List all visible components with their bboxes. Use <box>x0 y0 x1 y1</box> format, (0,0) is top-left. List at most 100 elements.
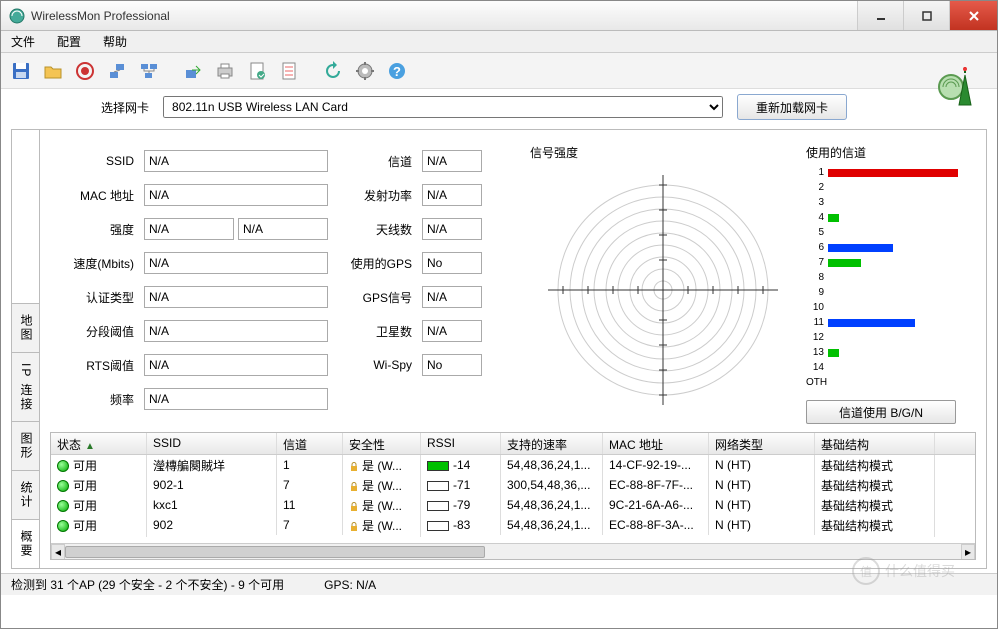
open-icon[interactable] <box>39 57 67 85</box>
target-icon[interactable] <box>71 57 99 85</box>
field-value <box>238 218 328 240</box>
col-mac[interactable]: MAC 地址 <box>603 433 709 454</box>
menu-help[interactable]: 帮助 <box>99 31 131 52</box>
channel-bar <box>828 259 861 267</box>
close-button[interactable] <box>949 1 997 30</box>
table-row[interactable]: 可用瀅槫艑闋賊垟1是 (W...-1454,48,36,24,1...14-CF… <box>51 455 975 475</box>
field-label: 发射功率 <box>332 187 418 204</box>
field-value <box>422 218 482 240</box>
rssi-bar-icon <box>427 461 449 471</box>
field-value <box>144 218 234 240</box>
channel-row: 5 <box>806 225 976 240</box>
info-fields: SSID信道MAC 地址发射功率强度天线数速度(Mbits)使用的GPS认证类型… <box>50 144 520 424</box>
field-value <box>144 286 328 308</box>
col-security[interactable]: 安全性 <box>343 433 421 454</box>
adapter-label: 选择网卡 <box>101 99 149 116</box>
list-icon[interactable] <box>275 57 303 85</box>
col-channel[interactable]: 信道 <box>277 433 343 454</box>
save-icon[interactable] <box>7 57 35 85</box>
printer-icon[interactable] <box>211 57 239 85</box>
field-value <box>422 354 482 376</box>
field-value <box>144 320 328 342</box>
adapter-selector-row: 选择网卡 802.11n USB Wireless LAN Card 重新加载网… <box>1 89 997 125</box>
tab-map[interactable]: 地图 <box>12 303 39 352</box>
status-gps: GPS: N/A <box>324 578 376 592</box>
channel-bar <box>828 349 839 357</box>
menu-file[interactable]: 文件 <box>7 31 39 52</box>
table-row[interactable]: 可用kxc111是 (W...-7954,48,36,24,1...9C-21-… <box>51 495 975 515</box>
col-nettype[interactable]: 网络类型 <box>709 433 815 454</box>
channel-panel: 使用的信道 1234567891011121314OTH 信道使用 B/G/N <box>806 144 976 424</box>
vertical-tabs: 概要 统计 图形 IP 连接 地图 <box>12 130 40 568</box>
settings-icon[interactable] <box>351 57 379 85</box>
field-label: 认证类型 <box>50 289 140 306</box>
app-icon <box>9 8 25 24</box>
channel-row: 7 <box>806 255 976 270</box>
adapter-select[interactable]: 802.11n USB Wireless LAN Card <box>163 96 723 118</box>
maximize-button[interactable] <box>903 1 949 30</box>
title-bar: WirelessMon Professional <box>1 1 997 31</box>
channel-row: 6 <box>806 240 976 255</box>
col-rates[interactable]: 支持的速率 <box>501 433 603 454</box>
status-dot-icon <box>57 500 69 512</box>
network2-icon[interactable] <box>135 57 163 85</box>
col-infra[interactable]: 基础结构 <box>815 433 935 454</box>
col-status[interactable]: 状态▲ <box>51 433 147 454</box>
scroll-left-icon[interactable]: ◂ <box>51 544 65 560</box>
tab-stats[interactable]: 统计 <box>12 470 39 519</box>
channel-bar <box>828 214 839 222</box>
channel-mode-button[interactable]: 信道使用 B/G/N <box>806 400 956 424</box>
field-label: GPS信号 <box>332 289 418 306</box>
signal-panel: 信号强度 <box>530 144 796 424</box>
channel-row: 4 <box>806 210 976 225</box>
scroll-thumb[interactable] <box>65 546 485 558</box>
minimize-button[interactable] <box>857 1 903 30</box>
channel-row: 3 <box>806 195 976 210</box>
channel-row: 11 <box>806 315 976 330</box>
grid-header: 状态▲ SSID 信道 安全性 RSSI 支持的速率 MAC 地址 网络类型 基… <box>51 433 975 455</box>
lock-icon <box>349 461 359 471</box>
svg-text:值: 值 <box>860 564 872 579</box>
help-icon[interactable]: ? <box>383 57 411 85</box>
rssi-bar-icon <box>427 521 449 531</box>
channel-bar <box>828 319 915 327</box>
status-bar: 检测到 31 个AP (29 个安全 - 2 个不安全) - 9 个可用 GPS… <box>1 573 997 595</box>
field-label: RTS阈值 <box>50 357 140 374</box>
horizontal-scrollbar[interactable]: ◂ ▸ <box>51 543 975 559</box>
field-label: 分段阈值 <box>50 323 140 340</box>
channel-bar <box>828 169 958 177</box>
log-icon[interactable] <box>243 57 271 85</box>
network1-icon[interactable] <box>103 57 131 85</box>
reload-adapter-button[interactable]: 重新加载网卡 <box>737 94 847 120</box>
field-label: 强度 <box>50 221 140 238</box>
tab-summary[interactable]: 概要 <box>12 519 39 568</box>
field-label: 天线数 <box>332 221 418 238</box>
channel-row: 2 <box>806 180 976 195</box>
main-panel: 概要 统计 图形 IP 连接 地图 SSID信道 MAC 地址 发射功率强度 天线数速… <box>11 129 987 569</box>
field-label: 速度(Mbits) <box>50 255 140 272</box>
status-dot-icon <box>57 460 69 472</box>
lock-icon <box>349 521 359 531</box>
channel-bar <box>828 244 893 252</box>
export-icon[interactable] <box>179 57 207 85</box>
channel-title: 使用的信道 <box>806 144 976 161</box>
tab-graph[interactable]: 图形 <box>12 421 39 470</box>
field-label: 频率 <box>50 391 140 408</box>
svg-text:?: ? <box>393 64 401 79</box>
antenna-icon <box>933 65 981 116</box>
col-ssid[interactable]: SSID <box>147 433 277 454</box>
table-row[interactable]: 可用902-17是 (W...-71300,54,48,36,...EC-88-… <box>51 475 975 495</box>
sort-asc-icon: ▲ <box>85 441 95 452</box>
col-rssi[interactable]: RSSI <box>421 433 501 454</box>
refresh-icon[interactable] <box>319 57 347 85</box>
rssi-bar-icon <box>427 481 449 491</box>
tab-ip[interactable]: IP 连接 <box>12 352 39 421</box>
signal-title: 信号强度 <box>530 144 796 161</box>
grid-body[interactable]: 可用瀅槫艑闋賊垟1是 (W...-1454,48,36,24,1...14-CF… <box>51 455 975 543</box>
table-row[interactable]: 可用9027是 (W...-8354,48,36,24,1...EC-88-8F… <box>51 515 975 535</box>
field-value <box>422 286 482 308</box>
channel-row: 14 <box>806 360 976 375</box>
menu-config[interactable]: 配置 <box>53 31 85 52</box>
ap-grid: 状态▲ SSID 信道 安全性 RSSI 支持的速率 MAC 地址 网络类型 基… <box>50 432 976 560</box>
field-value <box>144 150 328 172</box>
